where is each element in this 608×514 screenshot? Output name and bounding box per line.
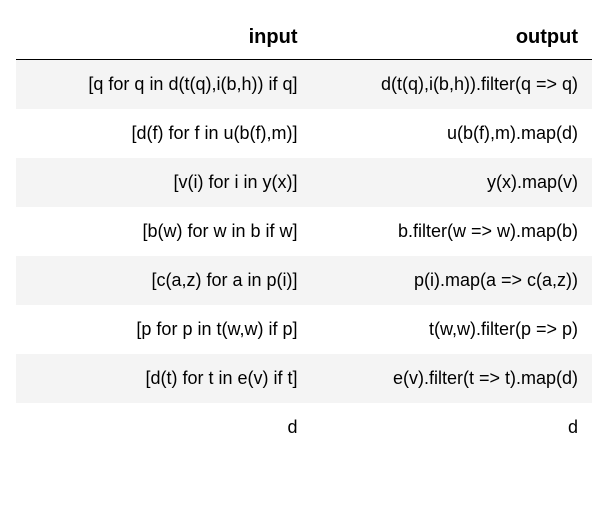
cell-output: y(x).map(v) bbox=[311, 158, 592, 207]
table-row: [q for q in d(t(q),i(b,h)) if q]d(t(q),i… bbox=[16, 60, 592, 110]
data-table: input output [q for q in d(t(q),i(b,h)) … bbox=[16, 16, 592, 452]
table-row: [d(f) for f in u(b(f),m)]u(b(f),m).map(d… bbox=[16, 109, 592, 158]
cell-output: b.filter(w => w).map(b) bbox=[311, 207, 592, 256]
header-input: input bbox=[16, 16, 311, 60]
cell-input: [c(a,z) for a in p(i)] bbox=[16, 256, 311, 305]
table-row: [v(i) for i in y(x)]y(x).map(v) bbox=[16, 158, 592, 207]
cell-input: [p for p in t(w,w) if p] bbox=[16, 305, 311, 354]
table-body: [q for q in d(t(q),i(b,h)) if q]d(t(q),i… bbox=[16, 60, 592, 453]
cell-output: d bbox=[311, 403, 592, 452]
cell-input: [v(i) for i in y(x)] bbox=[16, 158, 311, 207]
table-row: [c(a,z) for a in p(i)]p(i).map(a => c(a,… bbox=[16, 256, 592, 305]
cell-input: d bbox=[16, 403, 311, 452]
table-row: dd bbox=[16, 403, 592, 452]
table-row: [d(t) for t in e(v) if t]e(v).filter(t =… bbox=[16, 354, 592, 403]
table-row: [p for p in t(w,w) if p]t(w,w).filter(p … bbox=[16, 305, 592, 354]
cell-output: p(i).map(a => c(a,z)) bbox=[311, 256, 592, 305]
cell-input: [d(t) for t in e(v) if t] bbox=[16, 354, 311, 403]
cell-output: t(w,w).filter(p => p) bbox=[311, 305, 592, 354]
header-output: output bbox=[311, 16, 592, 60]
cell-output: e(v).filter(t => t).map(d) bbox=[311, 354, 592, 403]
cell-input: [d(f) for f in u(b(f),m)] bbox=[16, 109, 311, 158]
header-row: input output bbox=[16, 16, 592, 60]
cell-output: u(b(f),m).map(d) bbox=[311, 109, 592, 158]
cell-input: [q for q in d(t(q),i(b,h)) if q] bbox=[16, 60, 311, 110]
cell-output: d(t(q),i(b,h)).filter(q => q) bbox=[311, 60, 592, 110]
cell-input: [b(w) for w in b if w] bbox=[16, 207, 311, 256]
table-row: [b(w) for w in b if w]b.filter(w => w).m… bbox=[16, 207, 592, 256]
